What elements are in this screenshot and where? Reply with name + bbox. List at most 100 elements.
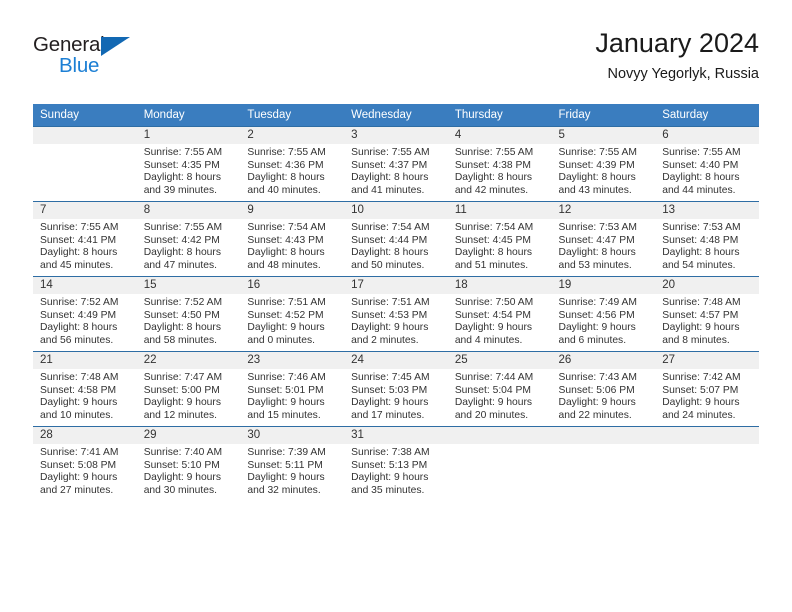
calendar-day-cell[interactable]: 8 Sunrise: 7:55 AM Sunset: 4:42 PM Daylight… — [136, 201, 241, 277]
calendar-day-cell[interactable]: 13 Sunrise: 7:53 AM Sunset: 4:48 PM Dayligh… — [655, 201, 759, 277]
daylight-text-line1: Daylight: 9 hours — [558, 397, 636, 409]
daylight-text-line1: Daylight: 9 hours — [351, 472, 429, 484]
title-block: January 2024 Novyy Yegorlyk, Russia — [595, 27, 759, 83]
calendar-day-cell[interactable]: 21 Sunrise: 7:48 AM Sunset: 4:58 PM Dayligh… — [33, 351, 137, 427]
daylight-text-line1: Daylight: 8 hours — [40, 322, 118, 334]
daylight-text-line1: Daylight: 8 hours — [247, 172, 325, 184]
calendar-day-cell[interactable]: 29 Sunrise: 7:40 AM Sunset: 5:10 PM Dayligh… — [136, 426, 241, 501]
calendar-day-cell[interactable]: 30 Sunrise: 7:39 AM Sunset: 5:11 PM Dayligh… — [240, 426, 345, 501]
calendar-day-cell[interactable]: 10 Sunrise: 7:54 AM Sunset: 4:44 PM Dayligh… — [344, 201, 448, 277]
day-number: 8 — [136, 202, 241, 219]
daylight-text-line2: and 43 minutes. — [558, 184, 632, 196]
daylight-text-line2: and 54 minutes. — [662, 259, 736, 271]
day-number: 31 — [344, 427, 448, 444]
daylight-text-line1: Daylight: 9 hours — [662, 322, 740, 334]
sunset-text: Sunset: 4:47 PM — [558, 234, 635, 246]
day-number — [447, 427, 552, 444]
sunrise-text: Sunrise: 7:49 AM — [558, 297, 637, 308]
day-details: Sunrise: 7:45 AM Sunset: 5:03 PM Daylight:… — [344, 369, 448, 422]
day-details — [552, 444, 656, 447]
day-cell-inner: 19 Sunrise: 7:49 AM Sunset: 4:56 PM Dayligh… — [551, 277, 656, 351]
daylight-text-line2: and 53 minutes. — [558, 259, 632, 271]
sunset-text: Sunset: 5:06 PM — [558, 384, 635, 396]
sunrise-text: Sunrise: 7:43 AM — [558, 372, 637, 383]
sunset-text: Sunset: 4:39 PM — [558, 159, 635, 171]
sunset-text: Sunset: 5:07 PM — [662, 384, 739, 396]
calendar-day-cell[interactable]: 23 Sunrise: 7:46 AM Sunset: 5:01 PM Dayligh… — [240, 351, 345, 427]
calendar-day-cell[interactable]: 11 Sunrise: 7:54 AM Sunset: 4:45 PM Dayligh… — [447, 201, 552, 277]
calendar-day-cell[interactable]: 6 Sunrise: 7:55 AM Sunset: 4:40 PM Daylight… — [655, 126, 759, 202]
calendar-day-cell[interactable]: 27 Sunrise: 7:42 AM Sunset: 5:07 PM Dayligh… — [655, 351, 759, 427]
day-number: 6 — [655, 127, 759, 144]
day-number: 4 — [447, 127, 552, 144]
daylight-text-line2: and 58 minutes. — [143, 334, 217, 346]
calendar-day-cell[interactable]: 16 Sunrise: 7:51 AM Sunset: 4:52 PM Dayligh… — [240, 276, 345, 352]
calendar-day-cell[interactable]: 4 Sunrise: 7:55 AM Sunset: 4:38 PM Daylight… — [447, 126, 552, 202]
day-cell-inner: 21 Sunrise: 7:48 AM Sunset: 4:58 PM Dayligh… — [33, 352, 137, 426]
day-number: 29 — [136, 427, 241, 444]
day-number: 22 — [136, 352, 241, 369]
calendar-day-cell[interactable]: 12 Sunrise: 7:53 AM Sunset: 4:47 PM Dayligh… — [551, 201, 656, 277]
calendar-day-cell[interactable]: 2 Sunrise: 7:55 AM Sunset: 4:36 PM Daylight… — [240, 126, 345, 202]
daylight-text-line2: and 27 minutes. — [40, 484, 114, 496]
day-number: 16 — [240, 277, 345, 294]
day-number: 18 — [447, 277, 552, 294]
calendar-day-cell[interactable]: 1 Sunrise: 7:55 AM Sunset: 4:35 PM Daylight… — [136, 126, 241, 202]
sunset-text: Sunset: 5:13 PM — [351, 459, 428, 471]
sunset-text: Sunset: 5:00 PM — [143, 384, 220, 396]
daylight-text-line2: and 4 minutes. — [454, 334, 523, 346]
daylight-text-line2: and 22 minutes. — [558, 409, 632, 421]
calendar-day-cell[interactable]: 9 Sunrise: 7:54 AM Sunset: 4:43 PM Daylight… — [240, 201, 345, 277]
day-number: 14 — [33, 277, 137, 294]
calendar-day-cell[interactable]: 5 Sunrise: 7:55 AM Sunset: 4:39 PM Daylight… — [551, 126, 656, 202]
weekday-header-wednesday: Wednesday — [344, 104, 448, 127]
calendar-day-cell[interactable]: 31 Sunrise: 7:38 AM Sunset: 5:13 PM Dayligh… — [344, 426, 448, 501]
day-details: Sunrise: 7:55 AM Sunset: 4:40 PM Daylight:… — [655, 144, 759, 197]
general-blue-logo[interactable]: General Blue — [33, 34, 143, 82]
day-cell-inner: 12 Sunrise: 7:53 AM Sunset: 4:47 PM Dayligh… — [551, 202, 656, 276]
sunrise-text: Sunrise: 7:55 AM — [143, 147, 223, 158]
calendar-day-cell-empty — [447, 426, 552, 501]
sunrise-text: Sunrise: 7:55 AM — [40, 222, 119, 233]
day-details: Sunrise: 7:54 AM Sunset: 4:43 PM Daylight:… — [240, 219, 344, 272]
calendar-day-cell[interactable]: 25 Sunrise: 7:44 AM Sunset: 5:04 PM Dayligh… — [447, 351, 552, 427]
calendar-day-cell[interactable]: 3 Sunrise: 7:55 AM Sunset: 4:37 PM Daylight… — [344, 126, 448, 202]
calendar-day-cell[interactable]: 14 Sunrise: 7:52 AM Sunset: 4:49 PM Dayligh… — [33, 276, 137, 352]
day-details: Sunrise: 7:52 AM Sunset: 4:50 PM Daylight:… — [137, 294, 241, 347]
day-cell-inner: 31 Sunrise: 7:38 AM Sunset: 5:13 PM Dayligh… — [344, 427, 448, 501]
calendar-day-cell[interactable]: 26 Sunrise: 7:43 AM Sunset: 5:06 PM Dayligh… — [551, 351, 656, 427]
daylight-text-line2: and 17 minutes. — [351, 409, 425, 421]
calendar-table: Sunday Monday Tuesday Wednesday Thursday… — [33, 104, 759, 501]
day-number: 17 — [344, 277, 448, 294]
sunrise-text: Sunrise: 7:54 AM — [351, 222, 430, 233]
calendar-day-cell[interactable]: 18 Sunrise: 7:50 AM Sunset: 4:54 PM Dayligh… — [447, 276, 552, 352]
day-cell-inner: 22 Sunrise: 7:47 AM Sunset: 5:00 PM Dayligh… — [136, 352, 241, 426]
calendar-day-cell[interactable]: 17 Sunrise: 7:51 AM Sunset: 4:53 PM Dayligh… — [344, 276, 448, 352]
day-cell-inner: 4 Sunrise: 7:55 AM Sunset: 4:38 PM Daylight… — [447, 127, 552, 201]
daylight-text-line1: Daylight: 9 hours — [662, 397, 740, 409]
day-number: 5 — [551, 127, 656, 144]
sunrise-text: Sunrise: 7:55 AM — [351, 147, 430, 158]
day-details: Sunrise: 7:51 AM Sunset: 4:52 PM Daylight:… — [240, 294, 344, 347]
weekday-header-saturday: Saturday — [655, 104, 759, 127]
calendar-day-cell[interactable]: 28 Sunrise: 7:41 AM Sunset: 5:08 PM Dayligh… — [33, 426, 137, 501]
calendar-day-cell[interactable]: 15 Sunrise: 7:52 AM Sunset: 4:50 PM Dayligh… — [136, 276, 241, 352]
day-cell-inner: 10 Sunrise: 7:54 AM Sunset: 4:44 PM Dayligh… — [344, 202, 448, 276]
calendar-day-cell[interactable]: 22 Sunrise: 7:47 AM Sunset: 5:00 PM Dayligh… — [136, 351, 241, 427]
sunset-text: Sunset: 5:01 PM — [247, 384, 324, 396]
daylight-text-line1: Daylight: 9 hours — [454, 322, 533, 334]
calendar-day-cell[interactable]: 19 Sunrise: 7:49 AM Sunset: 4:56 PM Dayligh… — [551, 276, 656, 352]
day-details: Sunrise: 7:55 AM Sunset: 4:41 PM Daylight:… — [33, 219, 137, 272]
calendar-day-cell[interactable]: 20 Sunrise: 7:48 AM Sunset: 4:57 PM Dayligh… — [655, 276, 759, 352]
sunrise-text: Sunrise: 7:53 AM — [558, 222, 637, 233]
day-details: Sunrise: 7:48 AM Sunset: 4:58 PM Daylight:… — [33, 369, 137, 422]
day-cell-inner: 25 Sunrise: 7:44 AM Sunset: 5:04 PM Dayligh… — [447, 352, 552, 426]
sunset-text: Sunset: 4:42 PM — [143, 234, 220, 246]
sunrise-text: Sunrise: 7:40 AM — [143, 447, 223, 458]
daylight-text-line1: Daylight: 8 hours — [351, 172, 429, 184]
calendar-day-cell[interactable]: 24 Sunrise: 7:45 AM Sunset: 5:03 PM Dayligh… — [344, 351, 448, 427]
calendar-day-cell[interactable]: 7 Sunrise: 7:55 AM Sunset: 4:41 PM Daylight… — [33, 201, 137, 277]
day-cell-inner: 20 Sunrise: 7:48 AM Sunset: 4:57 PM Dayligh… — [655, 277, 759, 351]
sunrise-text: Sunrise: 7:51 AM — [351, 297, 430, 308]
daylight-text-line1: Daylight: 9 hours — [247, 397, 325, 409]
